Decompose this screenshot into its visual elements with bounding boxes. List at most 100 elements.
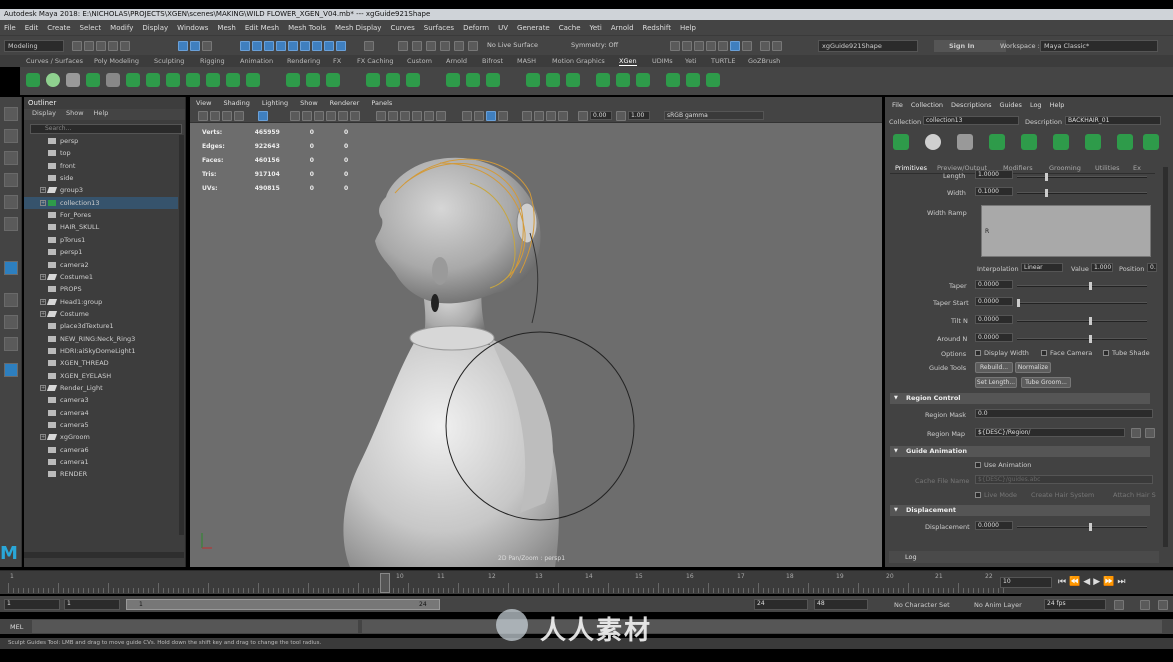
menu-item-uv[interactable]: UV bbox=[498, 24, 508, 32]
sculpt-guide-icon[interactable] bbox=[957, 134, 973, 150]
xgen-tool-10-icon[interactable] bbox=[526, 73, 540, 87]
xgen-tab-primitives[interactable]: Primitives bbox=[895, 164, 927, 172]
sculpt-guides-tool-icon[interactable] bbox=[4, 261, 18, 275]
guide-bend-icon[interactable] bbox=[1053, 134, 1069, 150]
gamma-icon[interactable] bbox=[616, 111, 626, 121]
safe-title-icon[interactable] bbox=[350, 111, 360, 121]
select-tool-icon[interactable] bbox=[4, 107, 18, 121]
outliner-item[interactable]: HAIR_SKULL bbox=[24, 221, 178, 233]
select-by-component-icon[interactable] bbox=[202, 41, 212, 51]
guide-tool-icon[interactable] bbox=[66, 73, 80, 87]
xgen-tool-15-icon[interactable] bbox=[636, 73, 650, 87]
rebuild-button[interactable]: Rebuild... bbox=[975, 362, 1013, 373]
mel-label[interactable]: MEL bbox=[10, 623, 23, 631]
expand-icon[interactable]: + bbox=[40, 187, 46, 194]
shelf-tab-sculpting[interactable]: Sculpting bbox=[154, 57, 184, 65]
tilt-slider[interactable] bbox=[1017, 317, 1147, 325]
time-slider[interactable]: 1 10 11 12 13 14 15 16 17 18 19 20 21 22 10 ⏮⏪◀▶⏩⏭ bbox=[0, 570, 1173, 594]
anim-layer-dropdown[interactable]: No Anim Layer bbox=[974, 601, 1022, 609]
viewport-panel[interactable]: View Shading Lighting Show Renderer Panels 0.… bbox=[190, 97, 882, 567]
xgen-tab-grooming[interactable]: Grooming bbox=[1049, 164, 1081, 172]
guide-add-icon[interactable] bbox=[1117, 134, 1133, 150]
displacement-field[interactable]: 0.0000 bbox=[975, 521, 1013, 530]
xgen-menu-file[interactable]: File bbox=[892, 101, 903, 111]
shelf-tab-turtle[interactable]: TURTLE bbox=[711, 57, 735, 65]
wireframe-icon[interactable] bbox=[376, 111, 386, 121]
outliner-menu-show[interactable]: Show bbox=[66, 109, 84, 120]
shelf-tab-arnold[interactable]: Arnold bbox=[446, 57, 467, 65]
depth-of-field-icon[interactable] bbox=[498, 111, 508, 121]
outliner-item[interactable]: + group3 bbox=[24, 184, 178, 196]
shelf-tab-gozbrush[interactable]: GoZBrush bbox=[748, 57, 780, 65]
xgen-tool-11-icon[interactable] bbox=[546, 73, 560, 87]
groom-description-icon[interactable] bbox=[925, 134, 941, 150]
isolate-select-icon[interactable] bbox=[522, 111, 532, 121]
end-frame-field[interactable]: 48 bbox=[814, 599, 868, 610]
menu-item-windows[interactable]: Windows bbox=[177, 24, 208, 32]
display-width-checkbox[interactable]: Display Width bbox=[975, 349, 1029, 357]
shelf-tab-motion-graphics[interactable]: Motion Graphics bbox=[552, 57, 605, 65]
outliner-item[interactable]: persp1 bbox=[24, 246, 178, 258]
outliner-item[interactable]: + xgGroom bbox=[24, 431, 178, 443]
paint-map-icon[interactable] bbox=[1131, 428, 1141, 438]
create-description-icon[interactable] bbox=[893, 134, 909, 150]
create-hair-system-button[interactable]: Create Hair System bbox=[1031, 491, 1094, 499]
xray-icon[interactable] bbox=[534, 111, 544, 121]
range-start-field[interactable]: 1 bbox=[64, 599, 120, 610]
anti-aliasing-icon[interactable] bbox=[486, 111, 496, 121]
groom-icon[interactable] bbox=[146, 73, 160, 87]
interpolation-dropdown[interactable]: Linear bbox=[1021, 263, 1063, 272]
xgen-tool-12-icon[interactable] bbox=[566, 73, 580, 87]
width-ramp-graph[interactable]: R bbox=[981, 205, 1151, 257]
shelf-tab-mash[interactable]: MASH bbox=[517, 57, 536, 65]
object-name-field[interactable]: xgGuide921Shape bbox=[818, 40, 918, 52]
xgen-tool-6-icon[interactable] bbox=[406, 73, 420, 87]
expand-icon[interactable]: + bbox=[40, 199, 46, 206]
shelf-tab-fx[interactable]: FX bbox=[333, 57, 341, 65]
render-frame-icon[interactable] bbox=[682, 41, 692, 51]
add-guide-icon[interactable] bbox=[86, 73, 100, 87]
select-by-hierarchy-icon[interactable] bbox=[178, 41, 188, 51]
set-length-button[interactable]: Set Length... bbox=[975, 377, 1017, 388]
menu-item-arnold[interactable]: Arnold bbox=[611, 24, 634, 32]
field-chart-icon[interactable] bbox=[326, 111, 336, 121]
render-view-icon[interactable] bbox=[670, 41, 680, 51]
mel-input[interactable] bbox=[32, 620, 358, 633]
tube-groom-button[interactable]: Tube Groom... bbox=[1021, 377, 1071, 388]
noise-icon[interactable] bbox=[186, 73, 200, 87]
outliner-item[interactable]: + collection13 bbox=[24, 196, 178, 209]
guide-animation-section[interactable]: Guide Animation bbox=[890, 446, 1150, 457]
guide-move-icon[interactable] bbox=[1021, 134, 1037, 150]
outliner-hscrollbar[interactable] bbox=[24, 552, 184, 558]
sculpt-guides-icon[interactable] bbox=[106, 73, 120, 87]
outliner-item[interactable]: pTorus1 bbox=[24, 234, 178, 246]
outliner-scrollbar[interactable] bbox=[179, 135, 184, 535]
cache-file-field[interactable]: ${DESC}/guides.abc bbox=[975, 475, 1153, 484]
guide-modifier-icon[interactable] bbox=[126, 73, 140, 87]
collection-dropdown[interactable]: collection13 bbox=[923, 116, 1019, 125]
folder-icon[interactable] bbox=[1145, 428, 1155, 438]
outliner-item[interactable]: HDRI:aiSkyDomeLight1 bbox=[24, 345, 178, 357]
xgen-tool-1-icon[interactable] bbox=[286, 73, 300, 87]
select-dynamics-icon[interactable] bbox=[312, 41, 322, 51]
lasso-tool-icon[interactable] bbox=[4, 129, 18, 143]
bookmark-icon[interactable] bbox=[222, 111, 232, 121]
single-perspective-layout-icon[interactable] bbox=[4, 293, 18, 307]
toggle-panel-icon[interactable] bbox=[760, 41, 770, 51]
use-animation-checkbox[interactable]: Use Animation bbox=[975, 461, 1031, 469]
new-scene-icon[interactable] bbox=[72, 41, 82, 51]
snap-view-plane-icon[interactable] bbox=[454, 41, 464, 51]
shelf-tab-udims[interactable]: UDIMs bbox=[652, 57, 673, 65]
shelf-tab-poly-modeling[interactable]: Poly Modeling bbox=[94, 57, 139, 65]
select-deformations-icon[interactable] bbox=[300, 41, 310, 51]
shelf-tab-curves-surfaces[interactable]: Curves / Surfaces bbox=[26, 57, 83, 65]
select-joints-icon[interactable] bbox=[264, 41, 274, 51]
outliner-item[interactable]: XGEN_EYELASH bbox=[24, 370, 178, 382]
redshift-render-icon[interactable] bbox=[742, 41, 752, 51]
xray-components-icon[interactable] bbox=[558, 111, 568, 121]
xray-joints-icon[interactable] bbox=[546, 111, 556, 121]
xgen-tab-utilities[interactable]: Utilities bbox=[1095, 164, 1119, 172]
symmetry-dropdown[interactable]: Symmetry: Off bbox=[568, 40, 632, 52]
playback-controls[interactable]: ⏮⏪◀▶⏩⏭ bbox=[1058, 577, 1128, 587]
expand-icon[interactable]: + bbox=[40, 273, 46, 280]
